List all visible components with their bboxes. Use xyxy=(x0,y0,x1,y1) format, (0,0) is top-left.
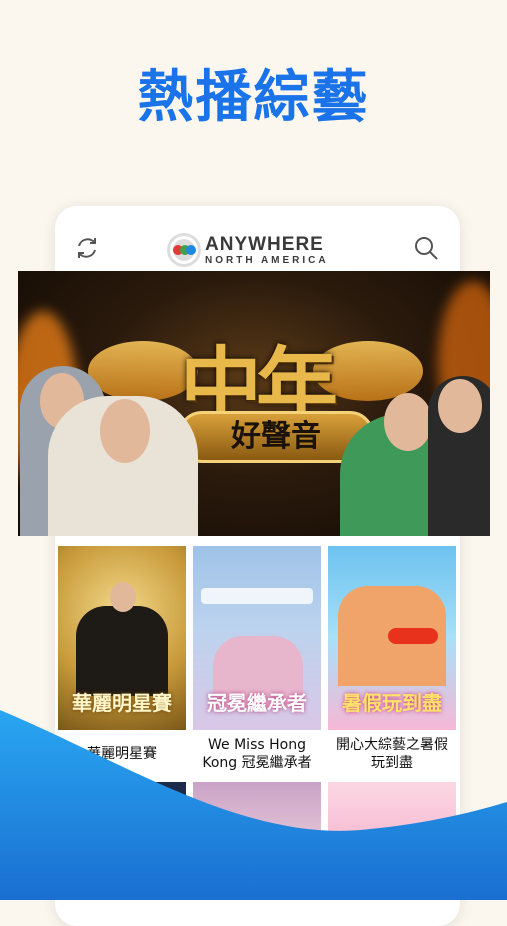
thumbnail: 暑假玩到盡 xyxy=(328,546,456,730)
thumbnail-text: 暑假玩到盡 xyxy=(342,691,442,715)
thumbnail-text: 冠冕繼承者 xyxy=(207,691,307,715)
card-title: 開心大綜藝之暑假玩到盡 xyxy=(336,737,448,771)
card-star-contest[interactable]: 華麗明星賽 華麗明星賽 xyxy=(58,546,186,778)
tvb-logo-icon xyxy=(167,233,201,267)
search-icon[interactable] xyxy=(406,228,446,268)
headline-title: 熱播綜藝 xyxy=(137,65,370,130)
thumbnail xyxy=(328,782,456,852)
card-title: We Miss Hong Kong 冠冕繼承者 xyxy=(202,737,312,771)
thumbnail: 華麗明星賽 xyxy=(58,546,186,730)
app-logo: ANYWHERE NORTH AMERICA xyxy=(167,232,329,268)
card-title: 華麗明星賽 xyxy=(87,746,157,762)
thumbnail: 冠冕繼承者 xyxy=(193,546,321,730)
card-we-miss-hong-kong[interactable]: 冠冕繼承者 We Miss Hong Kong 冠冕繼承者 xyxy=(193,546,321,778)
logo-sub-text: NORTH AMERICA xyxy=(205,254,329,266)
app-toolbar: ANYWHERE NORTH AMERICA xyxy=(55,220,460,276)
thumbnail xyxy=(193,782,321,852)
logo-main-text: ANYWHERE xyxy=(205,233,324,255)
card-happy-variety[interactable]: 暑假玩到盡 開心大綜藝之暑假玩到盡 xyxy=(328,546,456,778)
card-row2-1[interactable] xyxy=(58,782,186,852)
card-row2-2[interactable] xyxy=(193,782,321,852)
thumbnail xyxy=(58,782,186,852)
thumbnail-text: 華麗明星賽 xyxy=(72,691,172,715)
refresh-icon[interactable] xyxy=(67,228,107,268)
card-row2-3[interactable] xyxy=(328,782,456,852)
featured-banner[interactable]: 中年 好聲音 xyxy=(18,271,490,536)
